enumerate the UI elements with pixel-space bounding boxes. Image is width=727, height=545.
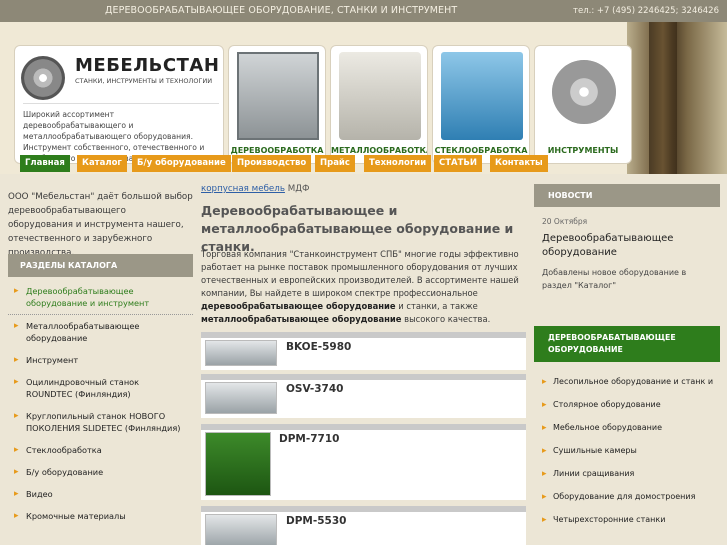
intro-paragraph: Торговая компания "Станкоинструмент СПБ"… (201, 249, 519, 324)
product-row[interactable]: BKOE-5980 (201, 332, 526, 370)
list-item[interactable]: Лесопильное оборудование и станк и (534, 370, 720, 393)
list-item[interactable]: Б/у оборудование (8, 461, 193, 483)
breadcrumb-link[interactable]: корпусная мебель (201, 184, 285, 194)
glass-machine-icon (441, 52, 523, 140)
list-item[interactable]: Видео (8, 483, 193, 505)
product-name[interactable]: BKOE-5980 (286, 341, 351, 353)
logo-block[interactable]: МЕБЕЛЬСТАН СТАНКИ, ИНСТРУМЕНТЫ И ТЕХНОЛО… (14, 45, 224, 164)
nav-technologies[interactable]: Технологии (364, 155, 432, 172)
bold-term: металлообрабатывающее оборудование (201, 314, 402, 324)
nav-used[interactable]: Б/у оборудование (132, 155, 231, 172)
list-item[interactable]: Деревообрабатывающее оборудование и инст… (8, 280, 193, 315)
list-item[interactable]: Инструмент (8, 349, 193, 371)
category-tools[interactable]: ИНСТРУМЕНТЫ (534, 45, 632, 164)
product-image (205, 340, 277, 366)
category-woodworking[interactable]: ДЕРЕВООБРАБОТКА (228, 45, 326, 164)
list-item[interactable]: Стеклообработка (8, 439, 193, 461)
product-image (205, 382, 277, 414)
catalog-sections-list: Деревообрабатывающее оборудование и инст… (8, 280, 193, 527)
list-item[interactable]: Оборудование для домостроения (534, 485, 720, 508)
product-name[interactable]: OSV-3740 (286, 383, 343, 395)
woodworking-list: Лесопильное оборудование и станк и Столя… (534, 370, 720, 531)
product-name[interactable]: DPM-7710 (279, 433, 339, 445)
list-item[interactable]: Оцилиндровочный станок ROUNDTEC (Финлянд… (8, 371, 193, 405)
list-item[interactable]: Сушильные камеры (534, 439, 720, 462)
product-image (205, 514, 277, 545)
product-image (205, 432, 271, 496)
woodworking-machine-icon (237, 52, 319, 140)
phone-number: тел.: +7 (495) 2246425; 3246426 (573, 6, 719, 16)
logo-name: МЕБЕЛЬСТАН (75, 55, 220, 76)
nav-contacts[interactable]: Контакты (490, 155, 548, 172)
list-item[interactable]: Кромочные материалы (8, 505, 193, 527)
bold-term: деревообрабатывающее оборудование (201, 301, 396, 311)
woodworking-header: ДЕРЕВООБРАБАТЫВАЮЩЕЕ ОБОРУДОВАНИЕ (534, 326, 720, 362)
catalog-sections-header: РАЗДЕЛЫ КАТАЛОГА (8, 254, 193, 277)
list-item[interactable]: Четырехсторонние станки (534, 508, 720, 531)
list-item[interactable]: Металлообрабатывающее оборудование (8, 315, 193, 349)
nav-price[interactable]: Прайс (315, 155, 355, 172)
list-item[interactable]: Линии сращивания (534, 462, 720, 485)
saw-disc-logo-icon (21, 56, 65, 100)
breadcrumb-text: МДФ (284, 184, 310, 194)
list-item[interactable]: Столярное оборудование (534, 393, 720, 416)
lathe-icon (339, 52, 421, 140)
news-date: 20 Октября (542, 217, 588, 226)
nav-articles[interactable]: СТАТЬИ (434, 155, 483, 172)
category-metalworking[interactable]: МЕТАЛЛООБРАБОТКА (330, 45, 428, 164)
nav-production[interactable]: Производство (232, 155, 312, 172)
logo-subtitle: СТАНКИ, ИНСТРУМЕНТЫ И ТЕХНОЛОГИИ (75, 77, 213, 85)
site-tagline: ДЕРЕВООБРАБАТЫВАЮЩЕЕ ОБОРУДОВАНИЕ, СТАНК… (105, 5, 458, 16)
main-nav: Главная Каталог Б/у оборудование Произво… (0, 154, 727, 174)
product-row[interactable]: OSV-3740 (201, 374, 526, 418)
tree-photo (627, 22, 727, 174)
product-row[interactable]: DPM-5530 (201, 506, 526, 545)
intro-text: ООО "Мебельстан" даёт большой выбор дере… (8, 192, 193, 258)
news-text: Добавлены новое оборудование в раздел "К… (542, 268, 687, 290)
product-name[interactable]: DPM-5530 (286, 515, 346, 527)
breadcrumb: корпусная мебель МДФ (201, 184, 309, 194)
list-item[interactable]: Мебельное оборудование (534, 416, 720, 439)
top-bar: ДЕРЕВООБРАБАТЫВАЮЩЕЕ ОБОРУДОВАНИЕ, СТАНК… (0, 0, 727, 22)
nav-home[interactable]: Главная (20, 155, 70, 172)
list-item[interactable]: Круглопильный станок НОВОГО ПОКОЛЕНИЯ SL… (8, 405, 193, 439)
news-headline[interactable]: Деревообрабатывающее оборудование (542, 232, 718, 260)
saw-blade-icon (552, 60, 616, 124)
header: МЕБЕЛЬСТАН СТАНКИ, ИНСТРУМЕНТЫ И ТЕХНОЛО… (0, 22, 727, 174)
news-header: НОВОСТИ (534, 184, 720, 207)
product-row[interactable]: DPM-7710 (201, 424, 526, 500)
nav-catalog[interactable]: Каталог (77, 155, 127, 172)
category-glassworking[interactable]: СТЕКЛООБРАБОТКА (432, 45, 530, 164)
